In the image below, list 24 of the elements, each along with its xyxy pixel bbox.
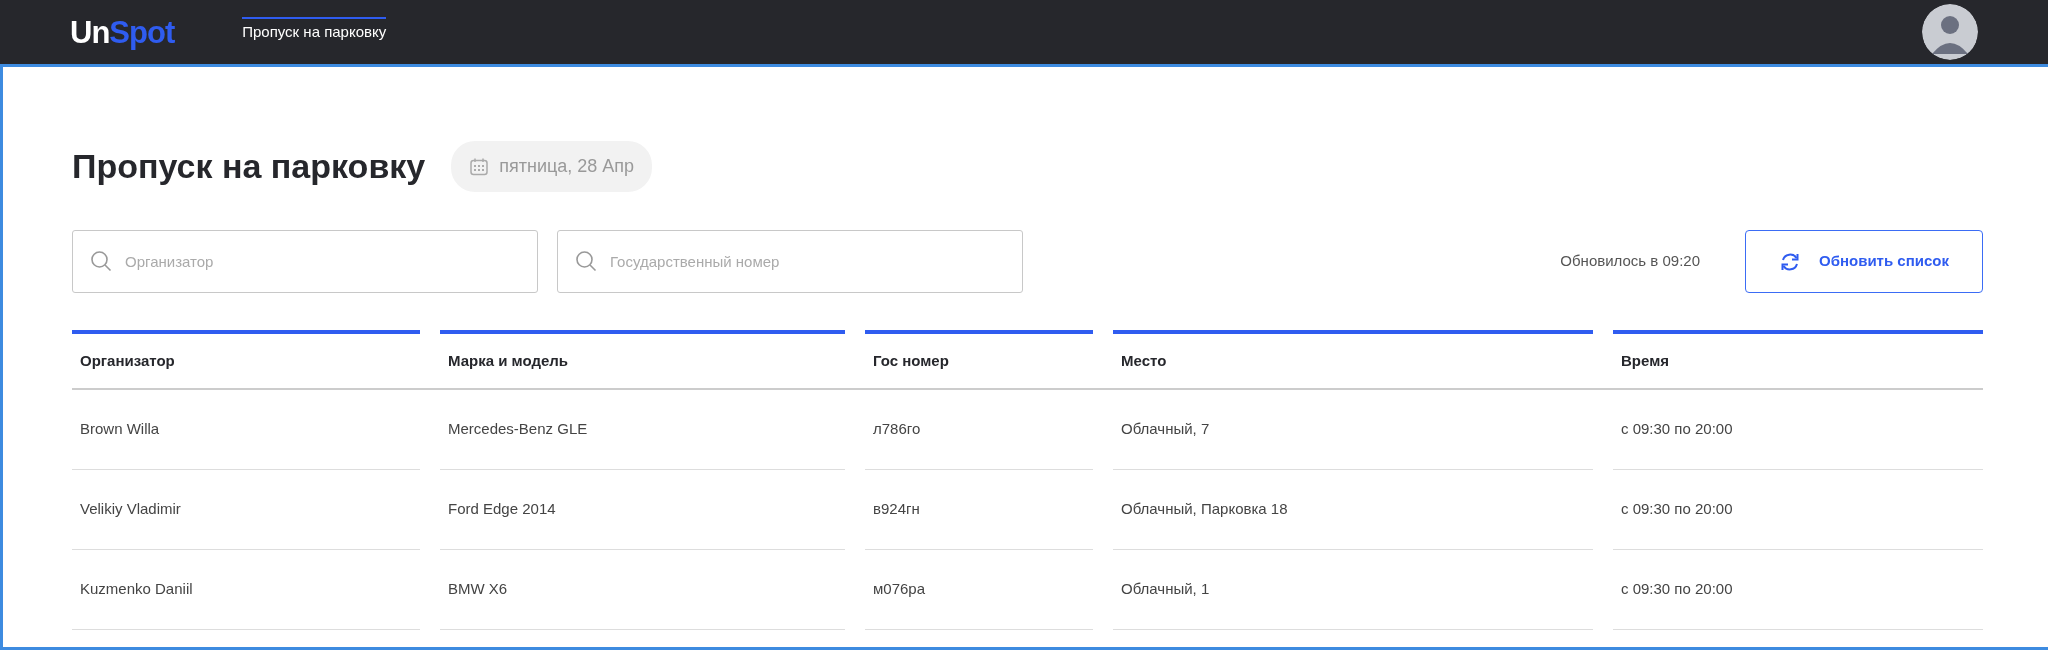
table-cell: Облачный, 1 xyxy=(1113,550,1593,630)
logo[interactable]: UnSpot xyxy=(70,16,175,48)
nav-tab[interactable]: Пропуск на парковку xyxy=(242,16,387,48)
table-cell: в924гн xyxy=(865,470,1093,550)
search-field[interactable]: Государственный номер xyxy=(557,230,1023,293)
table-cell: Mercedes-Benz GLE xyxy=(440,390,845,470)
table-cell: Облачный, Парковка 18 xyxy=(1113,470,1593,550)
table-cell: BMW X6 xyxy=(440,550,845,630)
search-field[interactable]: Организатор xyxy=(72,230,538,293)
page-title: Пропуск на парковку xyxy=(72,146,426,187)
table-cell: м076ра xyxy=(865,550,1093,630)
table-cell: Brown Willa xyxy=(72,390,420,470)
table-cell: Ford Edge 2014 xyxy=(440,470,845,550)
table-cell: с 09:30 по 20:00 xyxy=(1613,470,1983,550)
table-cell: Kuzmenko Daniil xyxy=(72,550,420,630)
table-cell: Облачный, 7 xyxy=(1113,390,1593,470)
update-time: Обновилось в 09:20 xyxy=(1560,251,1700,272)
calendar-icon xyxy=(469,156,490,177)
table-cell: с 09:30 по 20:00 xyxy=(1613,390,1983,470)
refresh-button[interactable]: Обновить список xyxy=(1745,230,1983,293)
avatar-icon[interactable] xyxy=(1922,4,1978,60)
table-cell: л786го xyxy=(865,390,1093,470)
table-cell: Velikiy Vladimir xyxy=(72,470,420,550)
table-cell: с 09:30 по 20:00 xyxy=(1613,550,1983,630)
